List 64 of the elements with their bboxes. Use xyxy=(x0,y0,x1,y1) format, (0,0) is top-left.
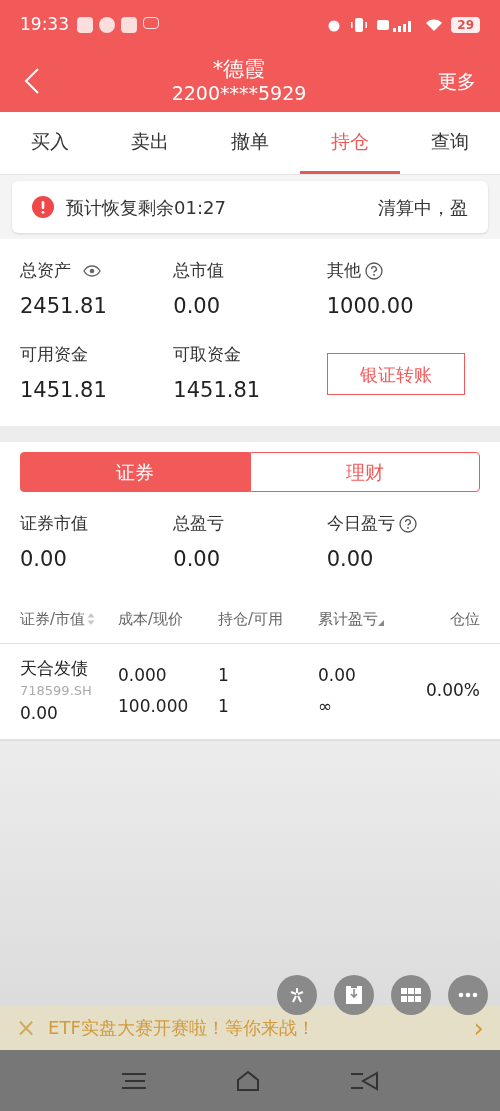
tab[interactable]: 卖出 xyxy=(100,112,200,174)
chevron-text: › xyxy=(473,1014,484,1041)
stat-label: 证券市值 xyxy=(20,512,88,536)
home-icon[interactable] xyxy=(235,1069,261,1092)
stat-label: 可取资金 xyxy=(173,342,242,366)
wifi-icon xyxy=(425,18,444,32)
pnl-ratio: ∞ xyxy=(318,695,334,718)
segment-tab[interactable]: 理财 xyxy=(250,452,480,492)
stock-name: 天合发债 xyxy=(20,656,89,680)
column-header: 累计盈亏 xyxy=(318,608,378,630)
back-icon[interactable] xyxy=(24,67,40,95)
stat-value: 1451.81 xyxy=(20,376,108,404)
account-name: *德霞 xyxy=(212,56,266,83)
status-time: 19:33 xyxy=(20,13,69,37)
column-header: 成本/现价 xyxy=(118,608,184,630)
notice-text: 预计恢复剩余01:27 xyxy=(66,195,226,220)
segment-tab[interactable]: 证券 xyxy=(20,452,250,492)
market-value: 0.00 xyxy=(20,701,59,725)
stat-label: 可用资金 xyxy=(20,342,88,366)
column-header: 持仓/可用 xyxy=(218,608,284,630)
column-header: 仓位 xyxy=(450,608,480,630)
more-icon xyxy=(458,992,478,998)
marquee-text: 清算中，盈 xyxy=(378,195,468,220)
transfer-button[interactable]: 银证转账 xyxy=(326,353,465,396)
stat-label: 今日盈亏 xyxy=(326,512,395,536)
eye-icon[interactable] xyxy=(83,265,101,277)
cost-price: 0.000 xyxy=(118,663,168,687)
help-icon[interactable] xyxy=(364,262,383,280)
vibrate-icon xyxy=(349,18,370,32)
stat-label: 总盈亏 xyxy=(173,512,225,536)
grid-icon xyxy=(401,988,421,1002)
stat-value: 0.00 xyxy=(173,293,222,320)
stat-value: 0.00 xyxy=(173,546,222,573)
stat-value: 0.00 xyxy=(20,546,68,573)
promo-banner[interactable]: × ETF实盘大赛开赛啦！等你来战！ › xyxy=(0,1005,500,1050)
tab[interactable]: 查询 xyxy=(400,112,500,174)
back-nav-icon[interactable] xyxy=(349,1070,379,1091)
stock-code: 718599.SH xyxy=(20,682,93,701)
stat-value: 1451.81 xyxy=(173,376,262,404)
tab[interactable]: 撤单 xyxy=(200,112,300,174)
cumulative-pnl: 0.00 xyxy=(318,663,357,687)
position-quantity: 1 xyxy=(218,663,230,687)
available-quantity: 1 xyxy=(218,695,230,718)
stat-label: 总市值 xyxy=(173,259,225,283)
stat-value: 0.00 xyxy=(326,546,375,573)
position-weight: 0.00% xyxy=(426,679,480,703)
menu-icon[interactable] xyxy=(121,1071,147,1090)
banner-text: ETF实盘大赛开赛啦！等你来战！ xyxy=(48,1016,315,1040)
sort-corner-icon[interactable] xyxy=(378,620,384,627)
help-icon[interactable] xyxy=(398,515,417,533)
tab[interactable]: 买入 xyxy=(0,112,100,174)
stat-value: 2451.81 xyxy=(20,293,108,320)
current-price: 100.000 xyxy=(118,695,190,718)
app-notification-icon xyxy=(77,17,93,33)
download-icon xyxy=(346,986,362,1004)
stat-label: 其他 xyxy=(326,259,361,283)
stat-value: 1000.00 xyxy=(326,293,415,320)
battery-level: 29 xyxy=(451,17,480,33)
more-button[interactable]: 更多 xyxy=(438,66,476,96)
column-header: 证券/市值 xyxy=(20,608,86,630)
stat-label: 总资产 xyxy=(20,259,71,283)
account-number: 2200****5929 xyxy=(171,82,307,106)
alert-icon xyxy=(32,196,54,218)
sparkle-icon xyxy=(288,986,306,1004)
